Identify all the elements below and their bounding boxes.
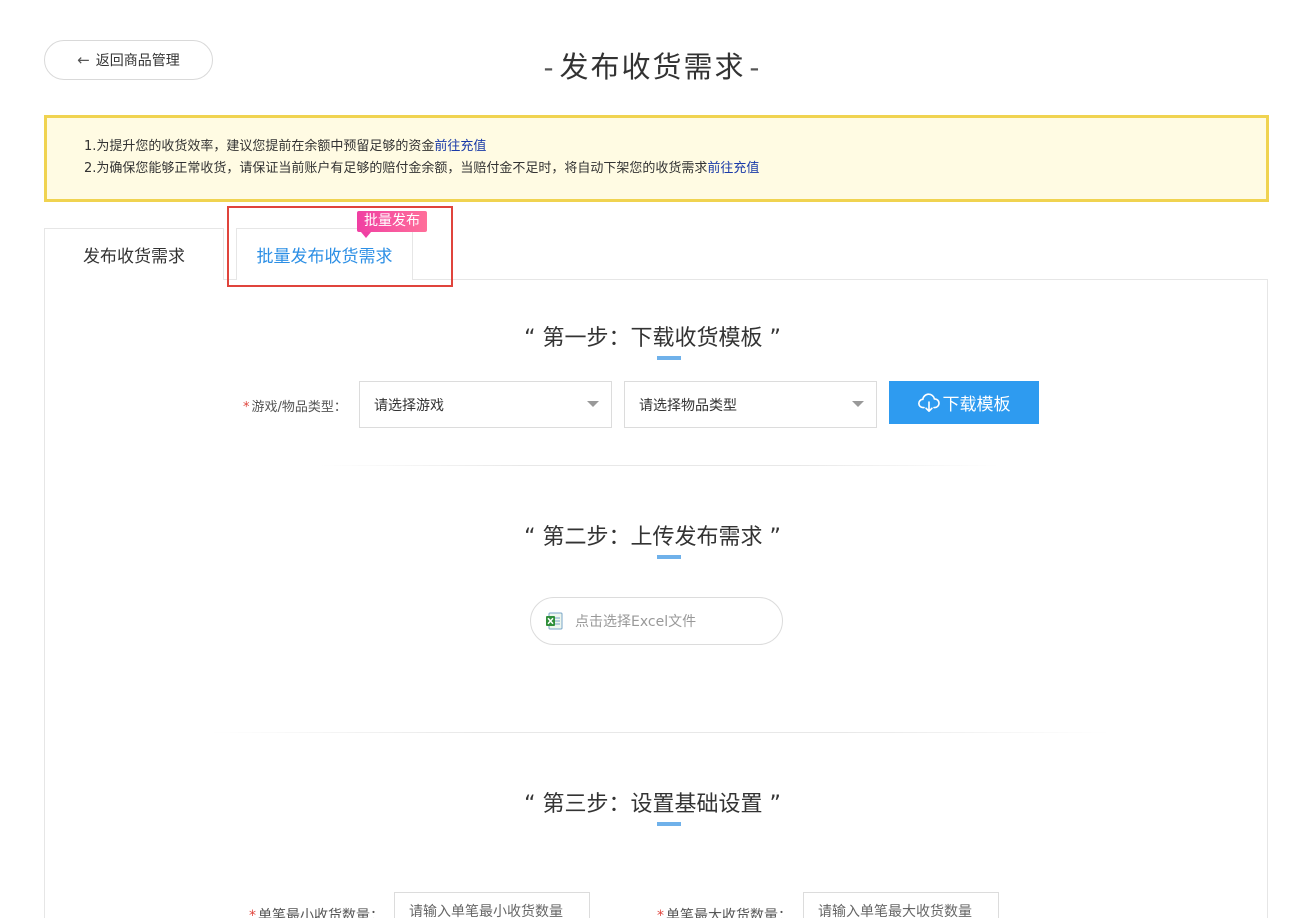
caret-down-icon [852,401,864,407]
batch-publish-badge: 批量发布 [357,211,427,232]
download-template-button[interactable]: 下载模板 [889,381,1039,424]
required-mark: * [243,400,250,415]
notice-line-1-text: 1.为提升您的收货效率，建议您提前在余额中预留足够的资金 [84,139,435,154]
step3-underline [657,822,681,826]
game-item-type-label: * 游戏/物品类型： [243,396,347,415]
excel-upload-button[interactable]: 点击选择Excel文件 [530,597,783,645]
step1-underline [657,356,681,360]
page-root: ← 返回商品管理 - 发布收货需求 - 1.为提升您的收货效率，建议您提前在余额中预… [0,0,1305,918]
item-type-select[interactable]: 请选择物品类型 [624,381,877,428]
tab-single-publish[interactable]: 发布收货需求 [44,228,224,280]
game-select-value: 请选择游戏 [374,397,444,414]
download-template-label: 下载模板 [942,395,1011,414]
max-quantity-input[interactable] [803,892,999,918]
notice-line-2: 2.为确保您能够正常收货，请保证当前账户有足够的赔付金余额，当赔付金不足时，将自… [84,158,1266,180]
max-quantity-label: * 单笔最大收货数量： [657,905,792,918]
min-quantity-input[interactable] [394,892,590,918]
required-mark: * [249,908,256,918]
cloud-download-icon [917,392,940,412]
step2-underline [657,555,681,559]
notice-line-1: 1.为提升您的收货效率，建议您提前在余额中预留足够的资金前往充值 [84,136,1266,158]
notice-line-2-text: 2.为确保您能够正常收货，请保证当前账户有足够的赔付金余额，当赔付金不足时，将自… [84,161,708,176]
max-quantity-label-text: 单笔最大收货数量： [666,908,792,918]
divider-1 [320,465,1000,466]
recharge-link-2[interactable]: 前往充值 [707,161,759,176]
recharge-link-1[interactable]: 前往充值 [434,139,486,154]
title-dash-right: - [749,50,762,84]
title-dash-left: - [543,50,556,84]
badge-tail [361,232,371,238]
required-mark: * [657,908,664,918]
notice-box: 1.为提升您的收货效率，建议您提前在余额中预留足够的资金前往充值 2.为确保您能… [44,115,1269,202]
upload-label: 点击选择Excel文件 [575,614,697,630]
game-item-type-label-text: 游戏/物品类型： [251,400,347,415]
divider-2 [210,732,1110,733]
title-text: 发布收货需求 [559,50,746,84]
min-quantity-label-text: 单笔最小收货数量： [258,908,384,918]
step2-title: “ 第二步：上传发布需求 ” [524,525,781,550]
step3-title: “ 第三步：设置基础设置 ” [524,792,781,817]
min-quantity-label: * 单笔最小收货数量： [249,905,384,918]
caret-down-icon [587,401,599,407]
item-type-select-value: 请选择物品类型 [639,397,737,414]
step1-title: “ 第一步：下载收货模板 ” [524,326,781,351]
game-select[interactable]: 请选择游戏 [359,381,612,428]
page-title: - 发布收货需求 - [0,44,1305,86]
excel-file-icon [546,612,563,630]
